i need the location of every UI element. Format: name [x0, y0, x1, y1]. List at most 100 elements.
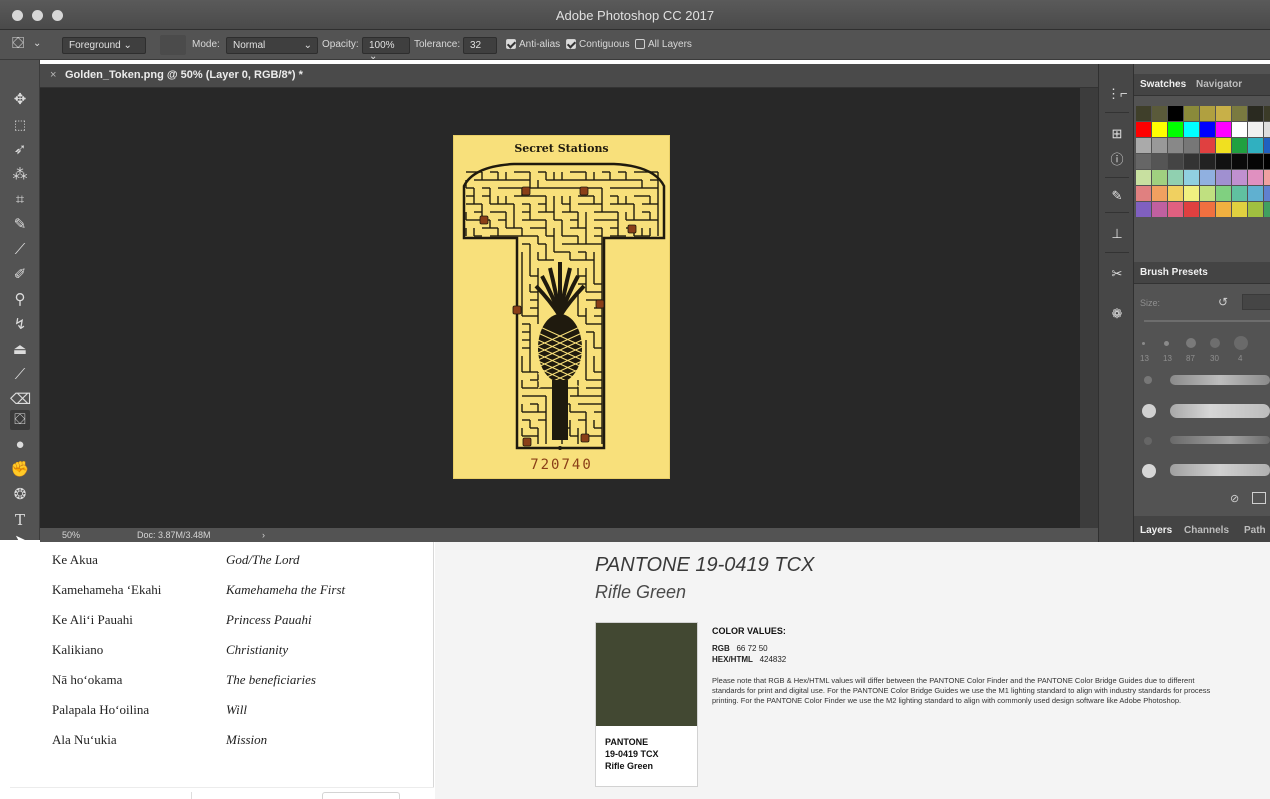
brush-stroke-preview[interactable]	[1170, 436, 1270, 444]
brush-preset-tip[interactable]	[1144, 437, 1152, 445]
tab-navigator[interactable]: Navigator	[1196, 79, 1242, 90]
zoom-level[interactable]: 50%	[62, 530, 80, 540]
brush-tip-preview[interactable]	[1142, 342, 1145, 345]
swatch[interactable]	[1264, 202, 1270, 217]
swatch[interactable]	[1200, 202, 1215, 217]
tab-swatches[interactable]: Swatches	[1140, 79, 1186, 90]
swatch[interactable]	[1168, 202, 1183, 217]
swatch[interactable]	[1136, 106, 1151, 121]
swatch[interactable]	[1184, 106, 1199, 121]
footer-button[interactable]	[322, 792, 400, 799]
swatch[interactable]	[1152, 202, 1167, 217]
swatch[interactable]	[1264, 106, 1270, 121]
brush-tip-preview[interactable]	[1186, 338, 1196, 348]
swatch[interactable]	[1152, 106, 1167, 121]
clone-stamp-tool-icon[interactable]: ⚲	[10, 290, 30, 310]
swatch[interactable]	[1216, 138, 1231, 153]
blur-tool-icon[interactable]: ●	[10, 435, 30, 455]
marquee-tool-icon[interactable]: ⬚	[10, 115, 30, 135]
swatch[interactable]	[1248, 202, 1263, 217]
status-menu-arrow[interactable]: ›	[262, 530, 265, 540]
tolerance-field[interactable]: 32	[463, 37, 497, 54]
swatch[interactable]	[1216, 170, 1231, 185]
brush-size-slider[interactable]	[1144, 320, 1270, 322]
anti-alias-checkbox[interactable]	[506, 39, 516, 49]
tab-brush-presets[interactable]: Brush Presets	[1140, 267, 1208, 278]
swatch[interactable]	[1264, 186, 1270, 201]
opacity-field[interactable]: 100% ⌄	[362, 37, 410, 62]
eyedropper-tool-icon[interactable]: ✎	[10, 215, 30, 235]
swatch[interactable]	[1168, 186, 1183, 201]
swatch[interactable]	[1184, 154, 1199, 169]
swatch[interactable]	[1200, 186, 1215, 201]
swatch[interactable]	[1248, 186, 1263, 201]
swatch[interactable]	[1232, 170, 1247, 185]
swatch[interactable]	[1200, 106, 1215, 121]
toggle-brush-icon[interactable]: ⊘	[1230, 492, 1239, 505]
brush-size-field[interactable]	[1242, 294, 1270, 310]
clone-source-panel-icon[interactable]: ⊥	[1107, 224, 1127, 244]
swatch[interactable]	[1248, 106, 1263, 121]
close-document-icon[interactable]: ×	[50, 69, 56, 81]
swatch[interactable]	[1264, 138, 1270, 153]
tab-paths[interactable]: Path	[1244, 525, 1266, 536]
smudge-tool-icon[interactable]: ✊	[10, 460, 30, 480]
eraser-tool-icon[interactable]: ⌫	[10, 390, 31, 410]
swatch[interactable]	[1200, 122, 1215, 137]
swatch[interactable]	[1232, 138, 1247, 153]
mode-select[interactable]: Normal ⌄	[226, 37, 318, 54]
brush-tip-preview[interactable]	[1164, 341, 1169, 346]
pattern-picker[interactable]	[160, 35, 186, 55]
brush-preset-tip[interactable]	[1142, 464, 1156, 478]
paint-bucket-tool-icon[interactable]: ⛋	[10, 410, 30, 430]
swatch[interactable]	[1136, 186, 1151, 201]
healing-brush-tool-icon[interactable]: ⟋	[10, 240, 30, 260]
tools-presets-panel-icon[interactable]: ✂	[1107, 264, 1127, 284]
dodge-tool-icon[interactable]: ❂	[10, 485, 30, 505]
swatch[interactable]	[1168, 106, 1183, 121]
all-layers-checkbox[interactable]	[635, 39, 645, 49]
lasso-tool-icon[interactable]: ➶	[10, 140, 30, 160]
move-tool-icon[interactable]: ✥	[10, 90, 30, 110]
brush-preset-tip[interactable]	[1142, 404, 1156, 418]
adjustments-panel-icon[interactable]: ⊞	[1107, 124, 1127, 144]
swatch[interactable]	[1264, 170, 1270, 185]
swatch[interactable]	[1216, 202, 1231, 217]
swatch[interactable]	[1152, 122, 1167, 137]
swatch[interactable]	[1216, 186, 1231, 201]
swatch[interactable]	[1248, 138, 1263, 153]
swatch[interactable]	[1184, 170, 1199, 185]
swatch[interactable]	[1168, 154, 1183, 169]
brush-tool-icon[interactable]: ✐	[10, 265, 30, 285]
swatch[interactable]	[1136, 170, 1151, 185]
document-tab[interactable]: × Golden_Token.png @ 50% (Layer 0, RGB/8…	[40, 64, 1098, 88]
swatch[interactable]	[1136, 138, 1151, 153]
history-panel-icon[interactable]: ⋮⌐	[1107, 84, 1128, 104]
new-preset-icon[interactable]	[1252, 492, 1266, 504]
swatch[interactable]	[1216, 154, 1231, 169]
reset-size-icon[interactable]: ↺	[1218, 295, 1228, 309]
tab-layers[interactable]: Layers	[1140, 525, 1172, 536]
swatch[interactable]	[1152, 170, 1167, 185]
swatch[interactable]	[1168, 170, 1183, 185]
brush-stroke-preview[interactable]	[1170, 464, 1270, 476]
swatch[interactable]	[1136, 154, 1151, 169]
swatch[interactable]	[1248, 170, 1263, 185]
type-tool-icon[interactable]: T	[10, 510, 30, 530]
swatch[interactable]	[1216, 122, 1231, 137]
swatch[interactable]	[1184, 186, 1199, 201]
swatch[interactable]	[1232, 154, 1247, 169]
tab-channels[interactable]: Channels	[1184, 525, 1229, 536]
fill-source-select[interactable]: Foreground ⌄	[62, 37, 146, 54]
brush-stroke-preview[interactable]	[1170, 404, 1270, 418]
brush-tip-preview[interactable]	[1210, 338, 1220, 348]
magic-wand-tool-icon[interactable]: ⁂	[10, 165, 30, 185]
swatch[interactable]	[1200, 170, 1215, 185]
swatch[interactable]	[1200, 138, 1215, 153]
swatch[interactable]	[1232, 202, 1247, 217]
tool-preset-chevron-icon[interactable]: ⌄	[33, 38, 41, 49]
swatch[interactable]	[1264, 122, 1270, 137]
swatch[interactable]	[1248, 154, 1263, 169]
brush-stroke-preview[interactable]	[1170, 375, 1270, 385]
swatch[interactable]	[1136, 122, 1151, 137]
